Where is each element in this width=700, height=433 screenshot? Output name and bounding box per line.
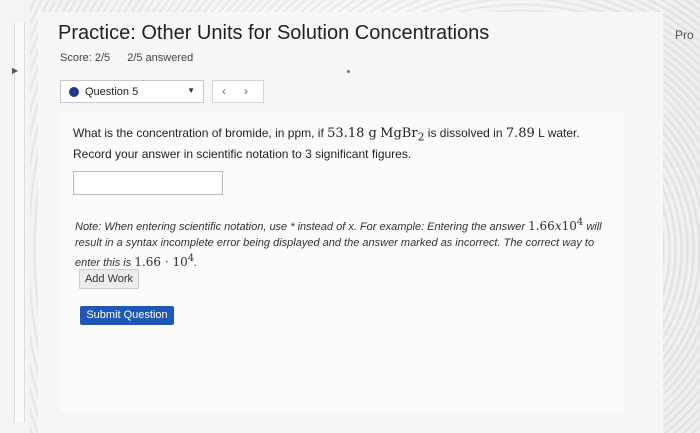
decorative-dot	[347, 70, 350, 73]
question-nav: ‹ ›	[212, 80, 264, 103]
answer-input[interactable]	[73, 171, 223, 195]
corner-link[interactable]: Pro	[675, 28, 694, 42]
example-wrong: 1.66x104	[528, 217, 584, 233]
expand-arrow-icon[interactable]: ▶	[12, 66, 18, 75]
score-text: Score: 2/5	[60, 52, 111, 64]
add-work-button[interactable]: Add Work	[79, 269, 139, 289]
note-text: Note: When entering scientific notation,…	[75, 217, 602, 269]
left-rail: ▶	[0, 0, 30, 433]
status-dot-icon	[69, 87, 79, 97]
chevron-right-icon[interactable]: ›	[244, 84, 248, 98]
question-text: What is the concentration of bromide, in…	[73, 126, 580, 161]
answered-text: 2/5 answered	[127, 52, 194, 64]
question-select-label: Question 5	[85, 86, 139, 98]
mass-value: 53.18 g	[327, 126, 377, 141]
formula: MgBr2	[380, 126, 425, 144]
caret-down-icon: ▼	[187, 86, 195, 95]
rail-bar	[14, 22, 25, 422]
example-correct: 1.66 · 104	[134, 253, 195, 269]
score-line: Score: 2/5 2/5 answered	[60, 52, 207, 64]
submit-question-button[interactable]: Submit Question	[80, 306, 174, 325]
page-title: Practice: Other Units for Solution Conce…	[58, 22, 490, 44]
question-select[interactable]: Question 5 ▼	[60, 80, 204, 103]
volume-value: 7.89	[505, 126, 535, 141]
chevron-left-icon[interactable]: ‹	[222, 84, 226, 98]
